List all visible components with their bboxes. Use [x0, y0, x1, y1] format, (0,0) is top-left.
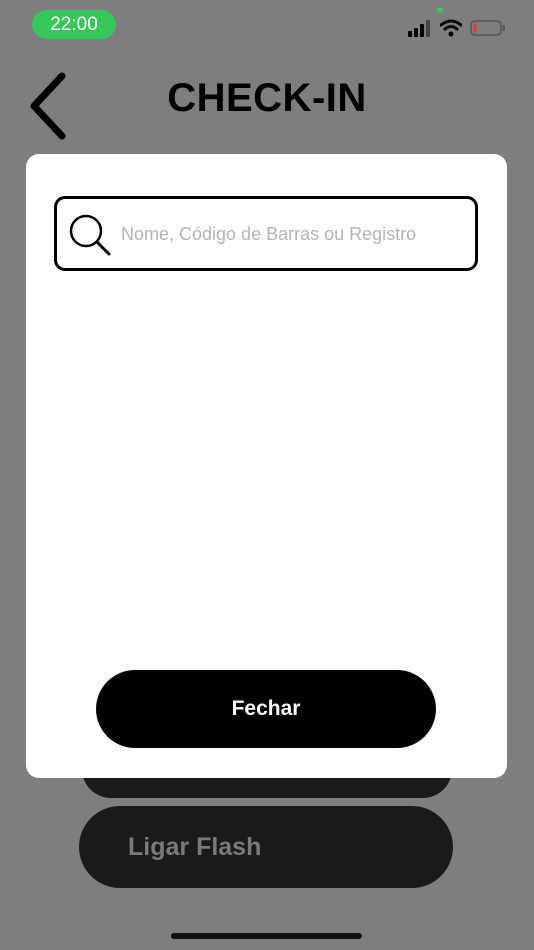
wifi-icon	[440, 19, 462, 37]
status-time: 22:00	[32, 10, 116, 39]
search-modal: Fechar	[26, 154, 507, 778]
home-indicator[interactable]	[171, 933, 362, 939]
page-title: CHECK-IN	[167, 76, 367, 120]
status-bar: 22:00	[0, 0, 534, 50]
search-input[interactable]	[121, 211, 461, 257]
status-icons	[408, 16, 506, 40]
privacy-indicator-dot	[437, 7, 443, 13]
battery-low-icon	[470, 20, 505, 36]
flash-toggle-button: Ligar Flash	[79, 806, 453, 888]
search-icon	[69, 214, 111, 256]
close-button[interactable]: Fechar	[96, 670, 436, 748]
search-box[interactable]	[54, 196, 478, 271]
cellular-signal-icon	[408, 20, 430, 37]
